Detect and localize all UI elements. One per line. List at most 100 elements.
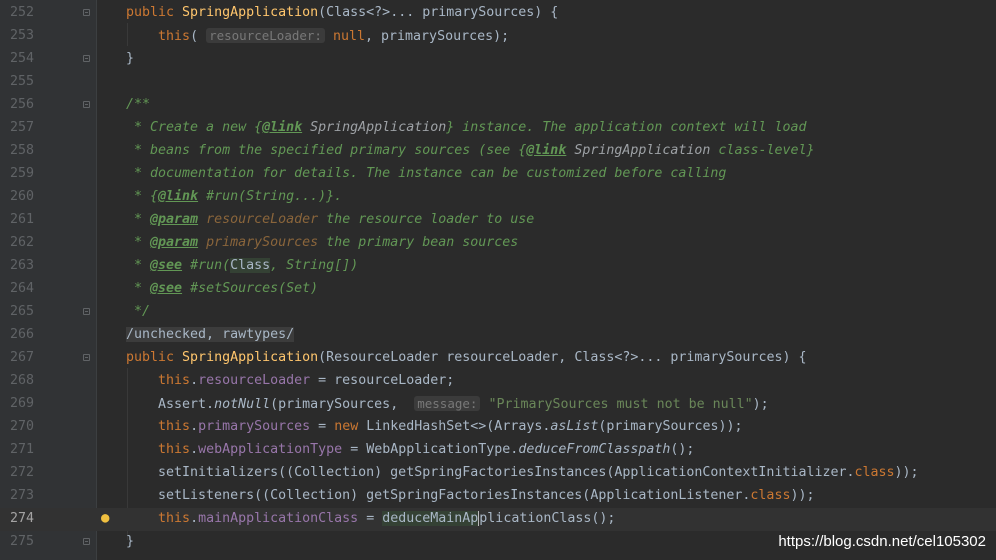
fold-marker-icon[interactable] <box>83 354 90 361</box>
code-line[interactable]: 268 this.resourceLoader = resourceLoader… <box>0 370 996 393</box>
line-number[interactable]: 252 <box>0 5 34 20</box>
code-token: * Create a new { <box>126 120 263 135</box>
line-number[interactable]: 268 <box>0 373 34 388</box>
code-token: this <box>158 29 191 44</box>
lightbulb-icon[interactable]: ● <box>101 510 109 526</box>
code-line[interactable]: 256 /** <box>0 94 996 117</box>
code-text[interactable]: * Create a new {@link SpringApplication}… <box>126 120 806 135</box>
line-number[interactable]: 267 <box>0 350 34 365</box>
code-token: * documentation for details. The instanc… <box>126 166 727 181</box>
line-number[interactable]: 272 <box>0 465 34 480</box>
line-number[interactable]: 273 <box>0 488 34 503</box>
code-token: , primarySources); <box>365 29 510 44</box>
code-line[interactable]: 263 * @see #run(Class, String[]) <box>0 255 996 278</box>
code-token: setListeners((Collection) getSpringFacto… <box>126 488 751 503</box>
code-text[interactable]: public SpringApplication(Class<?>... pri… <box>126 5 558 20</box>
code-text[interactable]: this.mainApplicationClass = deduceMainAp… <box>126 511 615 526</box>
code-token: plicationClass <box>478 511 592 526</box>
code-text[interactable]: * @param primarySources the primary bean… <box>126 235 518 250</box>
code-token: "PrimarySources must not be null" <box>488 397 753 412</box>
line-number[interactable]: 253 <box>0 28 34 43</box>
code-line[interactable]: 274 ● this.mainApplicationClass = deduceM… <box>0 508 996 531</box>
fold-marker-icon[interactable] <box>83 101 90 108</box>
code-line[interactable]: 259 * documentation for details. The ins… <box>0 163 996 186</box>
code-token: public <box>126 5 183 20</box>
code-line[interactable]: 269 Assert.notNull(primarySources, messa… <box>0 393 996 416</box>
line-number[interactable]: 256 <box>0 97 34 112</box>
line-number[interactable]: 265 <box>0 304 34 319</box>
code-token: } <box>126 51 135 66</box>
line-number[interactable]: 263 <box>0 258 34 273</box>
code-token: class-level} <box>710 143 815 158</box>
line-number[interactable]: 274 <box>0 511 34 526</box>
code-line[interactable]: 266/unchecked, rawtypes/ <box>0 324 996 347</box>
code-line[interactable]: 253 this( resourceLoader: null, primaryS… <box>0 25 996 48</box>
code-text[interactable]: * @param resourceLoader the resource loa… <box>126 212 534 227</box>
line-number[interactable]: 259 <box>0 166 34 181</box>
code-line[interactable]: 270 this.primarySources = new LinkedHash… <box>0 416 996 439</box>
code-text[interactable]: * {@link #run(String...)}. <box>126 189 342 204</box>
code-text[interactable]: /unchecked, rawtypes/ <box>126 327 295 342</box>
code-line[interactable]: 265 */ <box>0 301 996 324</box>
code-line[interactable]: 260 * {@link #run(String...)}. <box>0 186 996 209</box>
code-text[interactable]: public SpringApplication(ResourceLoader … <box>126 350 806 365</box>
watermark: https://blog.csdn.net/cel105302 <box>778 533 986 550</box>
code-line[interactable]: 254} <box>0 48 996 71</box>
code-text[interactable]: this.resourceLoader = resourceLoader; <box>126 373 454 388</box>
code-text[interactable]: this.primarySources = new LinkedHashSet<… <box>126 419 742 434</box>
line-number[interactable]: 254 <box>0 51 34 66</box>
code-token: = WebApplicationType. <box>342 442 519 457</box>
code-line[interactable]: 255 <box>0 71 996 94</box>
code-token: @param <box>150 212 199 227</box>
code-line[interactable]: 267 public SpringApplication(ResourceLoad… <box>0 347 996 370</box>
line-number[interactable]: 260 <box>0 189 34 204</box>
line-number[interactable]: 271 <box>0 442 34 457</box>
fold-marker-icon[interactable] <box>83 9 90 16</box>
code-token: new <box>334 419 359 434</box>
code-text[interactable]: * documentation for details. The instanc… <box>126 166 726 181</box>
code-line[interactable]: 257 * Create a new {@link SpringApplicat… <box>0 117 996 140</box>
fold-marker-icon[interactable] <box>83 55 90 62</box>
code-text[interactable]: this( resourceLoader: null, primarySourc… <box>126 28 509 44</box>
code-text[interactable]: } <box>126 534 134 549</box>
code-text[interactable]: this.webApplicationType = WebApplication… <box>126 442 694 457</box>
code-text[interactable]: * @see #run(Class, String[]) <box>126 258 358 273</box>
line-number[interactable]: 270 <box>0 419 34 434</box>
line-number[interactable]: 262 <box>0 235 34 250</box>
code-token: . <box>190 373 199 388</box>
line-number[interactable]: 257 <box>0 120 34 135</box>
code-text[interactable]: } <box>126 51 134 66</box>
code-token: null <box>332 29 366 44</box>
code-token: } <box>126 534 135 549</box>
code-token: primarySources <box>198 419 311 434</box>
line-number[interactable]: 275 <box>0 534 34 549</box>
code-line[interactable]: 272 setInitializers((Collection) getSpri… <box>0 462 996 485</box>
code-text[interactable]: setListeners((Collection) getSpringFacto… <box>126 488 814 503</box>
line-number[interactable]: 264 <box>0 281 34 296</box>
code-line[interactable]: 252 public SpringApplication(Class<?>... … <box>0 2 996 25</box>
line-number[interactable]: 269 <box>0 396 34 411</box>
code-text[interactable]: * @see #setSources(Set) <box>126 281 318 296</box>
code-text[interactable]: setInitializers((Collection) getSpringFa… <box>126 465 919 480</box>
code-line[interactable]: 262 * @param primarySources the primary … <box>0 232 996 255</box>
code-token: #setSources(Set) <box>182 281 319 296</box>
code-line[interactable]: 271 this.webApplicationType = WebApplica… <box>0 439 996 462</box>
fold-marker-icon[interactable] <box>83 308 90 315</box>
code-text[interactable]: /** <box>126 97 150 112</box>
code-token: */ <box>126 304 151 319</box>
code-line[interactable]: 258 * beans from the specified primary s… <box>0 140 996 163</box>
code-token: @param <box>150 235 199 250</box>
line-number[interactable]: 266 <box>0 327 34 342</box>
code-token: )); <box>790 488 815 503</box>
line-number[interactable]: 258 <box>0 143 34 158</box>
code-line[interactable]: 261 * @param resourceLoader the resource… <box>0 209 996 232</box>
fold-marker-icon[interactable] <box>83 538 90 545</box>
code-line[interactable]: 273 setListeners((Collection) getSpringF… <box>0 485 996 508</box>
code-text[interactable]: * beans from the specified primary sourc… <box>126 143 815 158</box>
code-token: SpringApplication <box>566 143 711 158</box>
code-line[interactable]: 264 * @see #setSources(Set) <box>0 278 996 301</box>
line-number[interactable]: 255 <box>0 74 34 89</box>
line-number[interactable]: 261 <box>0 212 34 227</box>
code-text[interactable]: */ <box>126 304 150 319</box>
code-text[interactable]: Assert.notNull(primarySources, message: … <box>126 396 769 412</box>
